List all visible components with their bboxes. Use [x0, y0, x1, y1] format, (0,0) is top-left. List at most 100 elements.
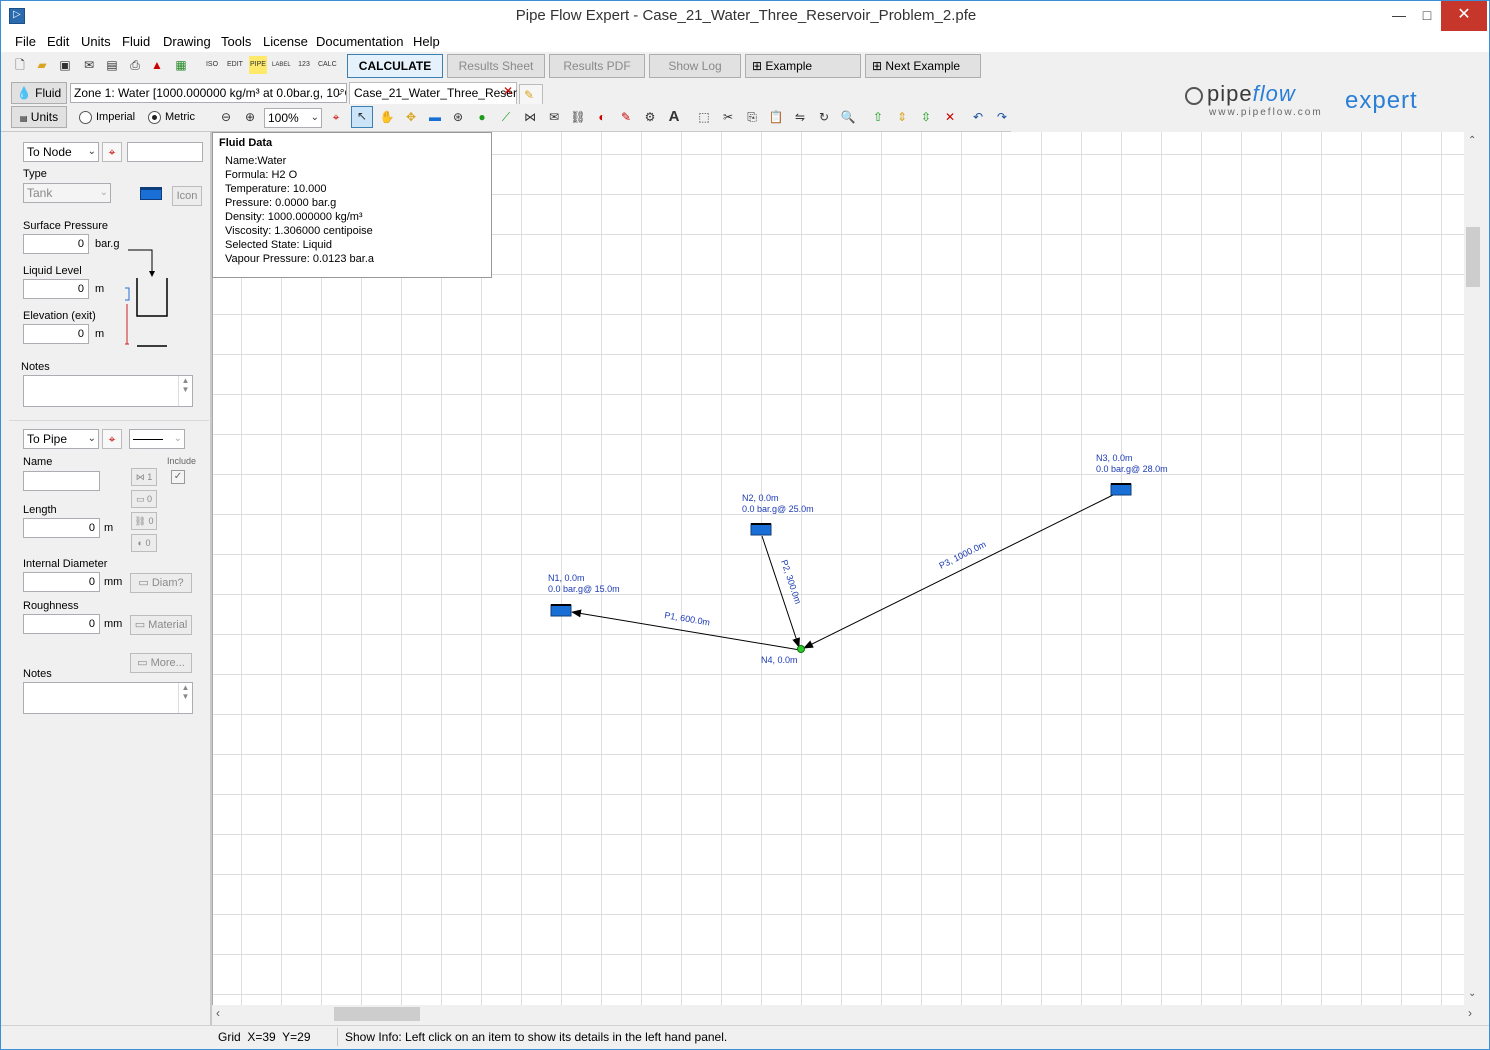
menu-fluid[interactable]: Fluid	[122, 34, 150, 49]
include-checkbox[interactable]: ✓	[171, 470, 185, 484]
label-icon[interactable]: LABEL	[272, 56, 291, 74]
email-icon[interactable]: ✉	[80, 56, 98, 74]
horizontal-scrollbar[interactable]: ‹ ›	[212, 1005, 1482, 1023]
pipe-data-icon[interactable]: PIPE	[249, 56, 267, 74]
tank-icon[interactable]: ▬	[426, 108, 444, 126]
iso-icon[interactable]: ISO	[203, 56, 221, 74]
scroll-right-icon[interactable]: ›	[1468, 1006, 1472, 1020]
select-rect-icon[interactable]: ⬚	[695, 108, 713, 126]
liquid-level-input[interactable]: 0	[23, 279, 89, 299]
paste-icon[interactable]: 📋	[767, 108, 785, 126]
pipe-icon[interactable]: ⟋	[497, 108, 515, 126]
example-systems-button[interactable]: ⊞ Example Systems	[745, 54, 861, 95]
pump-fitting-icon[interactable]: ◐ 0	[131, 534, 157, 552]
vertical-scrollbar[interactable]: ⌃ ⌄	[1464, 132, 1482, 1005]
zone-select[interactable]: Zone 1: Water [1000.000000 kg/m³ at 0.0b…	[70, 83, 347, 103]
length-input[interactable]: 0	[23, 518, 100, 538]
menu-edit[interactable]: Edit	[47, 34, 69, 49]
close-icon[interactable]: ✕	[1441, 1, 1487, 31]
move-icon[interactable]: ✥	[402, 108, 420, 126]
delete-icon[interactable]: ✕	[941, 108, 959, 126]
valve-fitting-icon[interactable]: ⋈ 1	[131, 468, 157, 486]
pipe-name-input[interactable]	[23, 471, 100, 491]
zoom-out-icon[interactable]: ⊖	[217, 108, 235, 126]
type-select[interactable]: Tank ⌄	[23, 183, 111, 203]
align-icon[interactable]: ⇧	[869, 108, 887, 126]
calc-data-icon[interactable]: CALC	[318, 56, 337, 74]
metric-radio[interactable]	[148, 111, 161, 124]
rotate-icon[interactable]: ↻	[815, 108, 833, 126]
new-tab-button[interactable]: ✎	[519, 84, 543, 104]
edit-data-icon[interactable]: EDIT	[226, 56, 244, 74]
fluid-button[interactable]: 💧 Fluid	[11, 82, 67, 104]
results-sheet-button[interactable]: Results Sheet	[447, 54, 545, 78]
pencil-icon[interactable]: ✎	[617, 108, 635, 126]
valve-icon[interactable]: ⋈	[521, 108, 539, 126]
pipe-notes-textarea[interactable]: ▲ ▼	[23, 682, 193, 714]
node-selector[interactable]: To Node ⌄	[23, 142, 99, 162]
new-file-icon[interactable]: 🗋	[11, 56, 29, 74]
pipe-selector[interactable]: To Pipe ⌄	[23, 429, 99, 449]
menu-help[interactable]: Help	[413, 34, 440, 49]
node-name-input[interactable]	[127, 142, 203, 162]
pipe-p3[interactable]	[803, 494, 1114, 649]
pump-curve-icon[interactable]: ◐	[593, 108, 611, 126]
tank-n2[interactable]	[750, 523, 772, 536]
join-node-n4[interactable]	[797, 645, 805, 653]
flip-icon[interactable]: ⇋	[791, 108, 809, 126]
scroll-up-icon[interactable]: ⌃	[1468, 135, 1476, 146]
zoom-in-icon[interactable]: ⊕	[241, 108, 259, 126]
tank-n1[interactable]	[550, 604, 572, 617]
next-example-button[interactable]: ⊞ Next Example	[865, 54, 981, 78]
horizontal-scroll-thumb[interactable]	[334, 1007, 420, 1021]
close-tab-icon[interactable]: ✕	[503, 81, 513, 101]
locate-node-icon[interactable]: ⌖	[102, 142, 122, 162]
pan-hand-icon[interactable]: ✋	[378, 108, 396, 126]
select-pointer-icon[interactable]: ↖	[351, 106, 373, 128]
results-pdf-button[interactable]: Results PDF	[549, 54, 645, 78]
calculate-button[interactable]: CALCULATE	[347, 54, 443, 78]
component-icon[interactable]: ✉	[545, 108, 563, 126]
menu-documentation[interactable]: Documentation	[316, 34, 403, 49]
redo-icon[interactable]: ↷	[993, 108, 1011, 126]
tab-document[interactable]: Case_21_Water_Three_Reser ✕	[349, 82, 517, 104]
spread-icon[interactable]: ⇳	[917, 108, 935, 126]
pdf-icon[interactable]: ▲	[148, 56, 166, 74]
menu-drawing[interactable]: Drawing	[163, 34, 211, 49]
diam-button[interactable]: ▭ Diam?	[130, 573, 192, 593]
copy-icon[interactable]: ⎘	[743, 108, 761, 126]
imperial-radio[interactable]	[79, 111, 92, 124]
material-button[interactable]: ▭ Material	[130, 615, 192, 635]
minimize-icon[interactable]: —	[1385, 1, 1413, 31]
export-icon[interactable]: ▤	[103, 56, 121, 74]
control-valve-icon[interactable]: ⛓	[569, 108, 587, 126]
maximize-icon[interactable]: □	[1413, 1, 1441, 31]
show-log-button[interactable]: Show Log	[649, 54, 741, 78]
component-fitting-icon[interactable]: ▭ 0	[131, 490, 157, 508]
target-icon[interactable]: ⌖	[327, 108, 345, 126]
save-icon[interactable]: ▣	[56, 56, 74, 74]
surface-pressure-input[interactable]: 0	[23, 234, 89, 254]
image-icon[interactable]: ▦	[172, 56, 190, 74]
number-icon[interactable]: 123	[295, 56, 313, 74]
diameter-input[interactable]: 0	[23, 572, 100, 592]
menu-file[interactable]: File	[15, 34, 36, 49]
menu-units[interactable]: Units	[81, 34, 111, 49]
elevation-input[interactable]: 0	[23, 324, 89, 344]
text-icon[interactable]: A	[665, 108, 683, 126]
print-icon[interactable]: ⎙	[126, 56, 144, 74]
node-notes-textarea[interactable]: ▲ ▼	[23, 375, 193, 407]
menu-tools[interactable]: Tools	[221, 34, 251, 49]
control-valve-fitting-icon[interactable]: ⛓ 0	[131, 512, 157, 530]
undo-icon[interactable]: ↶	[969, 108, 987, 126]
open-folder-icon[interactable]: ▰	[33, 56, 51, 74]
zoom-select[interactable]: 100% ⌄	[264, 108, 322, 128]
vertical-scroll-thumb[interactable]	[1466, 227, 1480, 287]
scroll-down-icon[interactable]: ⌄	[1468, 988, 1476, 999]
icon-button[interactable]: Icon	[172, 186, 202, 206]
menu-license[interactable]: License	[263, 34, 308, 49]
cut-icon[interactable]: ✂	[719, 108, 737, 126]
scroll-left-icon[interactable]: ‹	[216, 1006, 220, 1020]
distribute-icon[interactable]: ⇕	[893, 108, 911, 126]
pump-icon[interactable]: ⊛	[449, 108, 467, 126]
